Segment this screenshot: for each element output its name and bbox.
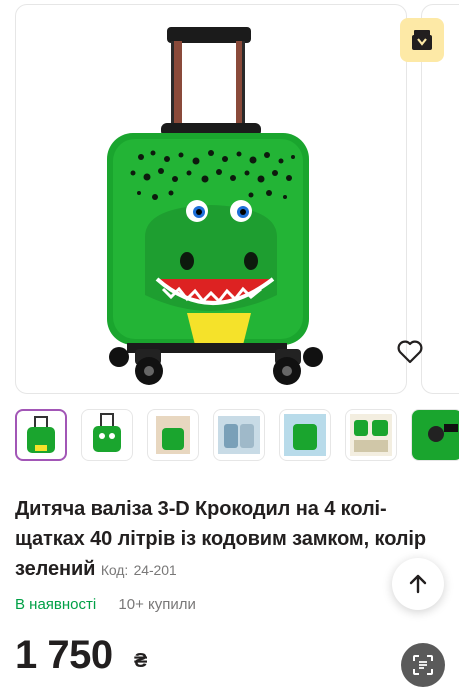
main-product-image[interactable] bbox=[15, 4, 407, 394]
availability-status: В наявності bbox=[15, 596, 97, 613]
arrow-up-icon bbox=[409, 574, 427, 594]
thumbnail[interactable] bbox=[213, 409, 265, 461]
product-title-text: Дитяча валіза 3-D Крокодил на 4 колі-щат… bbox=[15, 498, 426, 580]
scan-text-icon bbox=[413, 655, 433, 675]
scroll-up-button[interactable] bbox=[392, 558, 444, 610]
next-product-image[interactable] bbox=[421, 4, 459, 394]
price-currency: ₴ bbox=[134, 650, 148, 672]
thumbnail[interactable] bbox=[81, 409, 133, 461]
thumbnail[interactable] bbox=[279, 409, 331, 461]
product-price: 1 750 bbox=[15, 633, 113, 677]
heart-icon[interactable] bbox=[394, 336, 426, 368]
product-gallery bbox=[0, 0, 459, 400]
thumbnail[interactable] bbox=[411, 409, 459, 461]
thumbnail[interactable] bbox=[15, 409, 67, 461]
status-row: В наявності 10+ купили bbox=[15, 596, 196, 613]
bought-count: 10+ купили bbox=[118, 596, 196, 613]
product-code-value: 24-201 bbox=[133, 562, 177, 578]
thumbnail[interactable] bbox=[147, 409, 199, 461]
product-code-label: Код: bbox=[100, 562, 129, 578]
product-title: Дитяча валіза 3-D Крокодил на 4 колі-щат… bbox=[15, 494, 445, 585]
suitcase-image bbox=[107, 27, 323, 385]
gift-box-icon[interactable] bbox=[400, 18, 444, 62]
thumbnail[interactable] bbox=[345, 409, 397, 461]
thumbnail-strip bbox=[15, 409, 459, 461]
scan-text-button[interactable] bbox=[401, 643, 445, 687]
